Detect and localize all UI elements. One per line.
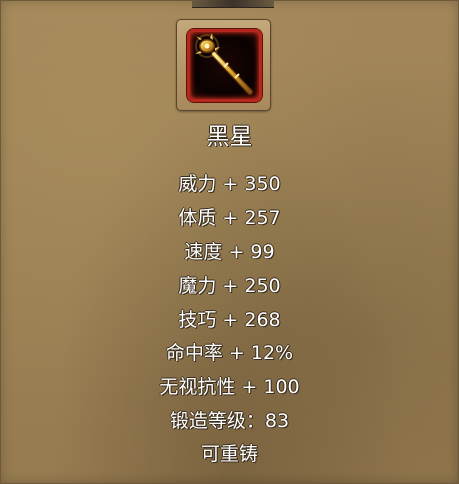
stat-skill: 技巧 + 268 — [178, 309, 281, 331]
item-name: 黑星 — [206, 124, 253, 150]
stat-magic: 魔力 + 250 — [178, 275, 281, 297]
item-icon-frame — [176, 19, 271, 111]
stat-forge-level: 锻造等级：83 — [169, 410, 290, 432]
item-tooltip: 黑星 威力 + 350 体质 + 257 速度 + 99 魔力 + 250 技巧… — [0, 0, 459, 484]
tooltip-top-edge — [192, 0, 274, 8]
item-icon-slot[interactable] — [187, 29, 262, 102]
golden-staff-icon — [195, 33, 253, 95]
stat-ignore-resistance: 无视抗性 + 100 — [159, 376, 300, 398]
stat-constitution: 体质 + 257 — [178, 207, 281, 229]
stat-hit-rate: 命中率 + 12% — [165, 342, 294, 364]
stat-power: 威力 + 350 — [178, 173, 281, 195]
stat-reforgeable: 可重铸 — [200, 443, 258, 465]
stat-speed: 速度 + 99 — [184, 241, 275, 263]
